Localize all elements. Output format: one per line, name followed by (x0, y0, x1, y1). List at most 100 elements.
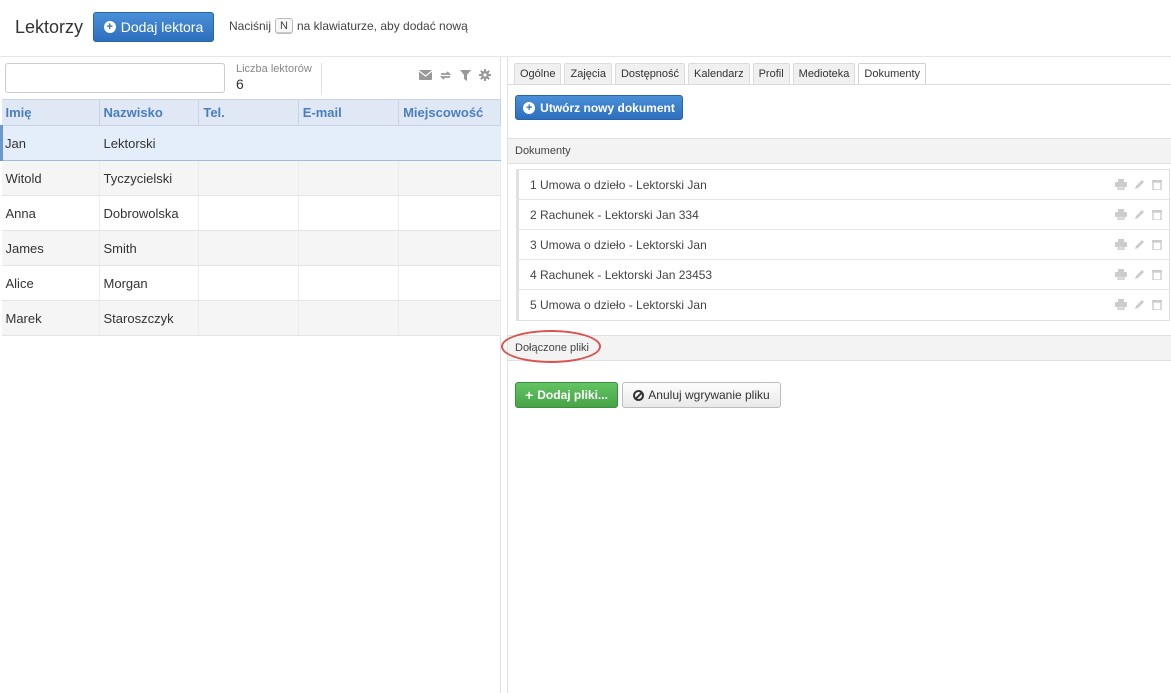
document-item[interactable]: 5 Umowa o dzieło - Lektorski Jan (519, 290, 1169, 320)
edit-icon[interactable] (1133, 209, 1145, 220)
plus-icon: + (525, 387, 534, 403)
list-toolbar (418, 69, 492, 81)
tab-kalendarz[interactable]: Kalendarz (688, 63, 750, 84)
cell-email (298, 125, 400, 161)
document-title: 2 Rachunek - Lektorski Jan 334 (530, 207, 699, 222)
document-item[interactable]: 1 Umowa o dzieło - Lektorski Jan (519, 170, 1169, 200)
document-item[interactable]: 2 Rachunek - Lektorski Jan 334 (519, 200, 1169, 230)
document-title: 4 Rachunek - Lektorski Jan 23453 (530, 267, 713, 282)
column-header-email[interactable]: E-mail (298, 99, 400, 126)
table-row[interactable]: Anna Dobrowolska (1, 195, 501, 231)
print-icon[interactable] (1115, 209, 1127, 220)
print-icon[interactable] (1115, 269, 1127, 280)
trash-icon[interactable] (1151, 179, 1163, 190)
cell-nazwisko: Smith (99, 230, 200, 266)
cell-miejscowosc (398, 300, 501, 336)
cell-nazwisko: Staroszczyk (99, 300, 200, 336)
table-row[interactable]: James Smith (1, 230, 501, 266)
hint-text-after: na klawiaturze, aby dodać nową (296, 19, 468, 33)
cell-miejscowosc (398, 265, 501, 301)
document-item[interactable]: 4 Rachunek - Lektorski Jan 23453 (519, 260, 1169, 290)
cell-miejscowosc (398, 230, 501, 266)
edit-icon[interactable] (1133, 269, 1145, 280)
table-row[interactable]: Marek Staroszczyk (1, 300, 501, 336)
document-item[interactable]: 3 Umowa o dzieło - Lektorski Jan (519, 230, 1169, 260)
count-block: Liczba lektorów 6 (236, 63, 322, 95)
cell-tel (198, 195, 299, 231)
cell-miejscowosc (398, 195, 501, 231)
cell-email (298, 160, 400, 196)
document-title: 1 Umowa o dzieło - Lektorski Jan (530, 177, 707, 192)
envelope-icon[interactable] (418, 69, 432, 81)
tab-dostepnosc[interactable]: Dostępność (614, 63, 686, 84)
tabs-divider (508, 84, 1171, 85)
table-row[interactable]: Alice Morgan (1, 265, 501, 301)
count-value: 6 (236, 76, 244, 92)
cell-tel (198, 230, 299, 266)
plus-circle-icon: + (103, 21, 116, 33)
document-actions (1115, 239, 1163, 250)
trash-icon[interactable] (1151, 299, 1163, 310)
count-label: Liczba lektorów (236, 63, 312, 75)
trash-icon[interactable] (1151, 209, 1163, 220)
lektor-detail-panel: Ogólne Zajęcia Dostępność Kalendarz Prof… (501, 57, 1171, 693)
annotation-circle (501, 330, 601, 363)
column-header-imie[interactable]: Imię (1, 99, 100, 126)
add-lektor-button[interactable]: + Dodaj lektora (93, 12, 214, 42)
table-row[interactable]: Witold Tyczycielski (1, 160, 501, 196)
edit-icon[interactable] (1133, 179, 1145, 190)
column-header-nazwisko[interactable]: Nazwisko (99, 99, 200, 126)
cell-email (298, 265, 400, 301)
cell-imie: Anna (1, 195, 100, 231)
cell-email (298, 300, 400, 336)
refresh-icon[interactable] (438, 69, 452, 81)
document-actions (1115, 179, 1163, 190)
document-actions (1115, 209, 1163, 220)
cancel-upload-button[interactable]: Anuluj wgrywanie pliku (622, 382, 781, 408)
search-input[interactable] (5, 63, 225, 93)
page-title: Lektorzy (15, 17, 84, 37)
add-files-button[interactable]: + Dodaj pliki... (515, 382, 618, 408)
tab-medioteka[interactable]: Medioteka (792, 63, 856, 84)
document-list: 1 Umowa o dzieło - Lektorski Jan 2 Rachu… (516, 169, 1170, 321)
tab-ogolne[interactable]: Ogólne (514, 63, 562, 84)
create-document-button[interactable]: + Utwórz nowy dokument (515, 95, 683, 120)
cell-email (298, 195, 400, 231)
cell-imie: Witold (1, 160, 100, 196)
lektor-table: Imię Nazwisko Tel. E-mail Miejscowość Ja… (0, 99, 501, 336)
column-header-miejscowosc[interactable]: Miejscowość (398, 99, 501, 126)
print-icon[interactable] (1115, 239, 1127, 250)
cell-tel (198, 300, 299, 336)
tab-zajecia[interactable]: Zajęcia (564, 63, 612, 84)
tab-dokumenty[interactable]: Dokumenty (858, 63, 927, 84)
filter-icon[interactable] (458, 69, 472, 81)
ban-icon (633, 389, 645, 401)
cell-imie: Alice (1, 265, 100, 301)
gear-icon[interactable] (478, 69, 492, 81)
cell-nazwisko: Tyczycielski (99, 160, 200, 196)
hint-key: N (275, 18, 293, 34)
print-icon[interactable] (1115, 179, 1127, 190)
edit-icon[interactable] (1133, 299, 1145, 310)
cell-imie: Jan (0, 125, 100, 161)
column-header-tel[interactable]: Tel. (198, 99, 299, 126)
document-title: 3 Umowa o dzieło - Lektorski Jan (530, 237, 707, 252)
tab-profil[interactable]: Profil (752, 63, 790, 84)
cancel-upload-label: Anuluj wgrywanie pliku (648, 388, 770, 402)
cell-nazwisko: Lektorski (99, 125, 200, 161)
create-document-label: Utwórz nowy dokument (540, 100, 675, 115)
edit-icon[interactable] (1133, 239, 1145, 250)
trash-icon[interactable] (1151, 239, 1163, 250)
cell-nazwisko: Dobrowolska (99, 195, 200, 231)
table-header-row: Imię Nazwisko Tel. E-mail Miejscowość (1, 99, 501, 126)
document-actions (1115, 269, 1163, 280)
keyboard-hint: Naciśnij N na klawiaturze, aby dodać now… (229, 18, 468, 34)
trash-icon[interactable] (1151, 269, 1163, 280)
table-row[interactable]: Jan Lektorski (0, 125, 501, 161)
cell-tel (198, 265, 299, 301)
cell-miejscowosc (398, 125, 501, 161)
document-actions (1115, 299, 1163, 310)
cell-nazwisko: Morgan (99, 265, 200, 301)
print-icon[interactable] (1115, 299, 1127, 310)
cell-imie: James (1, 230, 100, 266)
